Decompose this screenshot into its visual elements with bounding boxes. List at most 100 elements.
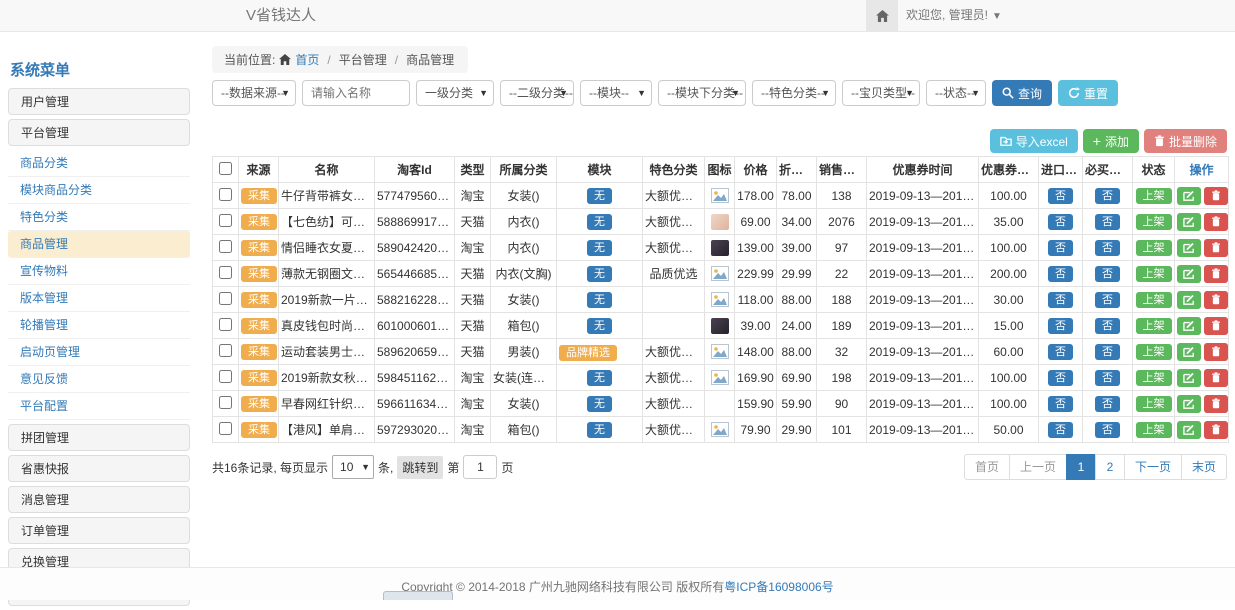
page-button[interactable]: 上一页 bbox=[1009, 454, 1067, 480]
home-button[interactable] bbox=[866, 0, 898, 31]
import-select-badge[interactable]: 否 bbox=[1048, 266, 1073, 282]
filter-select[interactable]: --模块--▼ bbox=[580, 80, 652, 106]
import-select-badge[interactable]: 否 bbox=[1048, 292, 1073, 308]
delete-button[interactable] bbox=[1204, 187, 1228, 205]
name-search-input[interactable] bbox=[302, 80, 410, 106]
must-buy-badge[interactable]: 否 bbox=[1095, 344, 1120, 360]
edit-button[interactable] bbox=[1177, 421, 1201, 439]
sidebar-section[interactable]: 消息管理 bbox=[8, 486, 190, 513]
status-button[interactable]: 上架 bbox=[1136, 266, 1172, 282]
row-checkbox[interactable] bbox=[219, 422, 232, 435]
sidebar-item[interactable]: 启动页管理 bbox=[8, 339, 190, 366]
must-buy-badge[interactable]: 否 bbox=[1095, 214, 1120, 230]
status-button[interactable]: 上架 bbox=[1136, 318, 1172, 334]
filter-select[interactable]: --特色分类--▼ bbox=[752, 80, 836, 106]
delete-button[interactable] bbox=[1204, 343, 1228, 361]
breadcrumb-home-link[interactable]: 首页 bbox=[295, 51, 319, 68]
delete-button[interactable] bbox=[1204, 213, 1228, 231]
row-checkbox[interactable] bbox=[219, 370, 232, 383]
import-select-badge[interactable]: 否 bbox=[1048, 214, 1073, 230]
delete-button[interactable] bbox=[1204, 421, 1228, 439]
filter-select[interactable]: --状态--▼ bbox=[926, 80, 986, 106]
edit-button[interactable] bbox=[1177, 291, 1201, 309]
filter-select[interactable]: --二级分类--▼ bbox=[500, 80, 574, 106]
filter-select[interactable]: --模块下分类--▼ bbox=[658, 80, 746, 106]
row-checkbox[interactable] bbox=[219, 266, 232, 279]
delete-button[interactable] bbox=[1204, 291, 1228, 309]
row-checkbox[interactable] bbox=[219, 318, 232, 331]
sidebar-item[interactable]: 轮播管理 bbox=[8, 312, 190, 339]
row-checkbox[interactable] bbox=[219, 240, 232, 253]
must-buy-badge[interactable]: 否 bbox=[1095, 370, 1120, 386]
row-checkbox[interactable] bbox=[219, 396, 232, 409]
batch-delete-button[interactable]: 批量删除 bbox=[1144, 129, 1227, 153]
page-button[interactable]: 2 bbox=[1095, 454, 1125, 480]
status-button[interactable]: 上架 bbox=[1136, 292, 1172, 308]
row-checkbox[interactable] bbox=[219, 292, 232, 305]
delete-button[interactable] bbox=[1204, 239, 1228, 257]
import-select-badge[interactable]: 否 bbox=[1048, 188, 1073, 204]
row-checkbox[interactable] bbox=[219, 344, 232, 357]
page-button[interactable]: 下一页 bbox=[1124, 454, 1182, 480]
import-select-badge[interactable]: 否 bbox=[1048, 318, 1073, 334]
user-menu[interactable]: 欢迎您, 管理员!▼ bbox=[906, 0, 1002, 32]
must-buy-badge[interactable]: 否 bbox=[1095, 266, 1120, 282]
reset-button[interactable]: 重置 bbox=[1058, 80, 1118, 106]
page-button[interactable]: 1 bbox=[1066, 454, 1096, 480]
page-button[interactable]: 首页 bbox=[964, 454, 1010, 480]
filter-select[interactable]: 一级分类▼ bbox=[416, 80, 494, 106]
must-buy-badge[interactable]: 否 bbox=[1095, 292, 1120, 308]
delete-button[interactable] bbox=[1204, 317, 1228, 335]
per-page-select[interactable]: 10 ▼ bbox=[332, 455, 374, 479]
status-button[interactable]: 上架 bbox=[1136, 396, 1172, 412]
edit-button[interactable] bbox=[1177, 369, 1201, 387]
filter-select[interactable]: --宝贝类型--▼ bbox=[842, 80, 920, 106]
sidebar-item[interactable]: 模块商品分类 bbox=[8, 177, 190, 204]
sidebar-section[interactable]: 平台管理 bbox=[8, 119, 190, 146]
sidebar-item[interactable]: 特色分类 bbox=[8, 204, 190, 231]
data-source-select[interactable]: --数据来源-- ▼ bbox=[212, 80, 296, 106]
must-buy-badge[interactable]: 否 bbox=[1095, 422, 1120, 438]
status-button[interactable]: 上架 bbox=[1136, 240, 1172, 256]
must-buy-badge[interactable]: 否 bbox=[1095, 318, 1120, 334]
edit-button[interactable] bbox=[1177, 395, 1201, 413]
icp-link[interactable]: 粤ICP备16098006号 bbox=[724, 580, 833, 594]
sidebar-item[interactable]: 宣传物料 bbox=[8, 258, 190, 285]
sidebar-item[interactable]: 商品分类 bbox=[8, 150, 190, 177]
import-select-badge[interactable]: 否 bbox=[1048, 422, 1073, 438]
page-button[interactable]: 末页 bbox=[1181, 454, 1227, 480]
jump-page-input[interactable] bbox=[463, 455, 497, 479]
must-buy-badge[interactable]: 否 bbox=[1095, 240, 1120, 256]
sidebar-item[interactable]: 平台配置 bbox=[8, 393, 190, 420]
edit-button[interactable] bbox=[1177, 213, 1201, 231]
select-all-checkbox[interactable] bbox=[219, 162, 232, 175]
sidebar-item[interactable]: 版本管理 bbox=[8, 285, 190, 312]
edit-button[interactable] bbox=[1177, 265, 1201, 283]
import-select-badge[interactable]: 否 bbox=[1048, 396, 1073, 412]
row-checkbox[interactable] bbox=[219, 188, 232, 201]
sidebar-section[interactable]: 拼团管理 bbox=[8, 424, 190, 451]
sidebar-item[interactable]: 意见反馈 bbox=[8, 366, 190, 393]
edit-button[interactable] bbox=[1177, 239, 1201, 257]
sidebar-item[interactable]: 商品管理 bbox=[8, 231, 190, 258]
status-button[interactable]: 上架 bbox=[1136, 344, 1172, 360]
import-excel-button[interactable]: 导入excel bbox=[990, 129, 1078, 153]
sidebar-section[interactable]: 用户管理 bbox=[8, 88, 190, 115]
jump-button[interactable]: 跳转到 bbox=[397, 456, 443, 479]
sidebar-section[interactable]: 订单管理 bbox=[8, 517, 190, 544]
import-select-badge[interactable]: 否 bbox=[1048, 344, 1073, 360]
must-buy-badge[interactable]: 否 bbox=[1095, 396, 1120, 412]
delete-button[interactable] bbox=[1204, 369, 1228, 387]
import-select-badge[interactable]: 否 bbox=[1048, 370, 1073, 386]
add-button[interactable]: + 添加 bbox=[1083, 129, 1139, 153]
import-select-badge[interactable]: 否 bbox=[1048, 240, 1073, 256]
delete-button[interactable] bbox=[1204, 265, 1228, 283]
status-button[interactable]: 上架 bbox=[1136, 370, 1172, 386]
status-button[interactable]: 上架 bbox=[1136, 188, 1172, 204]
edit-button[interactable] bbox=[1177, 317, 1201, 335]
edit-button[interactable] bbox=[1177, 187, 1201, 205]
status-button[interactable]: 上架 bbox=[1136, 214, 1172, 230]
delete-button[interactable] bbox=[1204, 395, 1228, 413]
row-checkbox[interactable] bbox=[219, 214, 232, 227]
must-buy-badge[interactable]: 否 bbox=[1095, 188, 1120, 204]
